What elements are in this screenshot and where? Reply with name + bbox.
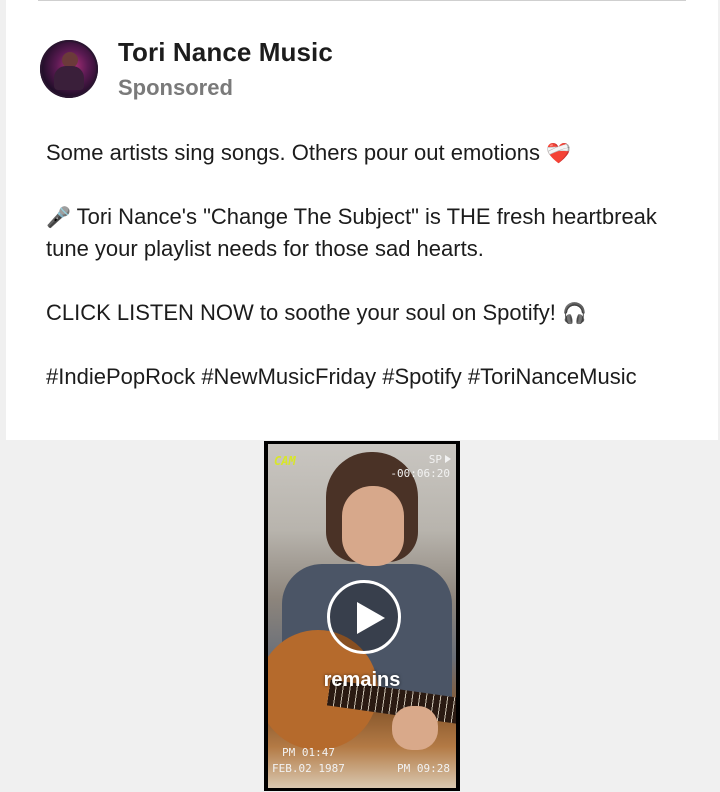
- timestamp-date: FEB.02 1987: [272, 762, 345, 775]
- post-text-3: CLICK LISTEN NOW to soothe your soul on …: [46, 300, 556, 325]
- post-text-2: Tori Nance's "Change The Subject" is THE…: [46, 204, 657, 261]
- post-paragraph-3: CLICK LISTEN NOW to soothe your soul on …: [46, 297, 686, 329]
- cam-label: CAM: [274, 454, 296, 468]
- video-player[interactable]: CAM SP -00:06:20 remains PM 01:47 FEB.02…: [264, 441, 460, 791]
- post-paragraph-1: Some artists sing songs. Others pour out…: [46, 137, 686, 169]
- page-name-link[interactable]: Tori Nance Music: [118, 37, 333, 68]
- tape-counter: -00:06:20: [390, 467, 450, 480]
- post-paragraph-2: 🎤 Tori Nance's "Change The Subject" is T…: [46, 201, 686, 265]
- video-caption: remains: [323, 669, 401, 691]
- microphone-icon: 🎤: [46, 205, 71, 229]
- play-icon: [357, 602, 385, 634]
- avatar[interactable]: [40, 40, 98, 98]
- play-button[interactable]: [327, 580, 401, 654]
- video-frame: CAM SP -00:06:20 remains PM 01:47 FEB.02…: [268, 444, 456, 788]
- headphones-icon: 🎧: [562, 301, 587, 325]
- sp-label: SP: [428, 453, 442, 466]
- mending-heart-icon: ❤️‍🩹: [546, 141, 572, 165]
- sp-play-icon: [445, 455, 451, 463]
- timestamp-pm: PM 01:47: [282, 746, 335, 759]
- post-text-1: Some artists sing songs. Others pour out…: [46, 140, 541, 165]
- timestamp-time: PM 09:28: [397, 762, 450, 775]
- post-hashtags[interactable]: #IndiePopRock #NewMusicFriday #Spotify #…: [46, 361, 686, 393]
- post-body: Some artists sing songs. Others pour out…: [46, 137, 686, 393]
- divider: [38, 0, 686, 1]
- sponsored-label: Sponsored: [118, 75, 233, 100]
